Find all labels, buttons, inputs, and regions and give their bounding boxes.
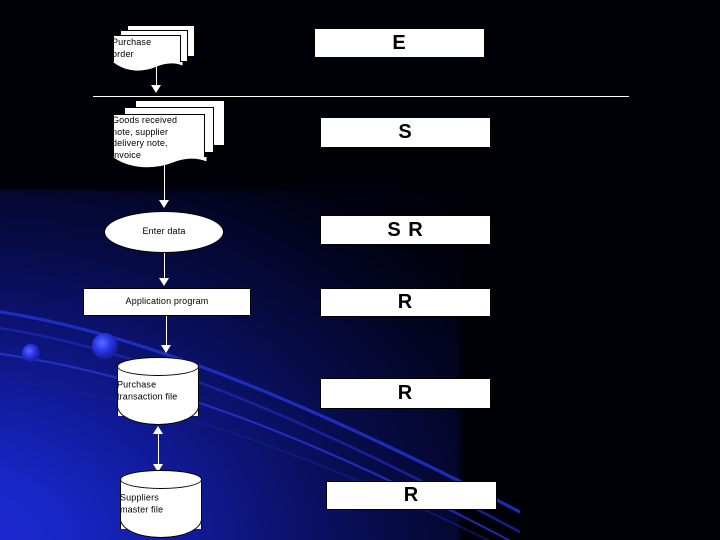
legend-code-sr: S R	[387, 218, 424, 241]
legend-code-r2: R	[397, 382, 414, 404]
legend-box-r3[interactable]: R	[326, 481, 497, 510]
legend-code-e: E	[392, 31, 407, 54]
node-label-wrap: Purchase transaction file	[117, 379, 199, 402]
grn-label-line4: invoice	[112, 149, 142, 160]
swoosh-dot-small	[22, 344, 40, 362]
purchase-transaction-file-label-line1: Purchase	[117, 379, 157, 390]
node-goods-received-note[interactable]: Goods received note, supplier delivery n…	[112, 100, 225, 172]
node-label-wrap: Suppliers master file	[120, 492, 202, 515]
swoosh-dot-large	[92, 333, 118, 359]
node-application-program[interactable]: Application program	[83, 288, 251, 316]
connector-master-arrowhead-up	[153, 426, 163, 434]
node-label-wrap: Goods received note, supplier delivery n…	[112, 115, 206, 161]
legend-code-s: S	[398, 121, 413, 143]
legend-box-r2[interactable]: R	[320, 378, 491, 409]
node-enter-data[interactable]: Enter data	[104, 211, 224, 253]
grn-label-line3: delivery note,	[112, 138, 168, 149]
legend-box-sr[interactable]: S R	[320, 215, 491, 245]
grn-label-line1: Goods received	[112, 115, 178, 125]
node-suppliers-master-file[interactable]: Suppliers master file	[120, 470, 202, 538]
connector-app-arrowhead	[161, 345, 171, 353]
legend-box-s[interactable]: S	[320, 117, 491, 148]
horizontal-divider	[93, 96, 629, 97]
slide-background	[0, 0, 720, 540]
slide-canvas: Purchase order Goods received note, supp…	[0, 0, 720, 540]
connector-grn-arrowhead	[159, 200, 169, 208]
connector-enter-data-arrowhead	[159, 278, 169, 286]
node-purchase-transaction-file[interactable]: Purchase transaction file	[117, 357, 199, 425]
connector-po-arrowhead	[151, 85, 161, 93]
cylinder-bottom-cap	[120, 519, 202, 538]
connector-grn-to-enter-data	[164, 160, 165, 205]
suppliers-master-file-label-line2: master file	[120, 504, 164, 514]
node-purchase-order[interactable]: Purchase order	[112, 25, 197, 73]
suppliers-master-file-label-line1: Suppliers	[120, 492, 159, 503]
grn-label-line2: note, supplier	[112, 126, 169, 137]
legend-box-e[interactable]: E	[314, 28, 485, 58]
application-program-label: Application program	[125, 296, 209, 307]
legend-code-r1: R	[397, 291, 414, 313]
document-wave-edge	[113, 62, 183, 72]
cylinder-top-cap	[120, 470, 202, 489]
node-label-wrap: Purchase order	[112, 37, 182, 60]
legend-code-r3: R	[403, 484, 420, 506]
purchase-transaction-file-label-line2: transaction file	[117, 391, 178, 401]
purchase-order-label-line2: order	[112, 48, 134, 59]
cylinder-bottom-cap	[117, 406, 199, 425]
enter-data-label: Enter data	[142, 226, 186, 237]
purchase-order-label-line1: Purchase	[112, 37, 152, 47]
cylinder-top-cap	[117, 357, 199, 376]
legend-box-r1[interactable]: R	[320, 288, 491, 317]
